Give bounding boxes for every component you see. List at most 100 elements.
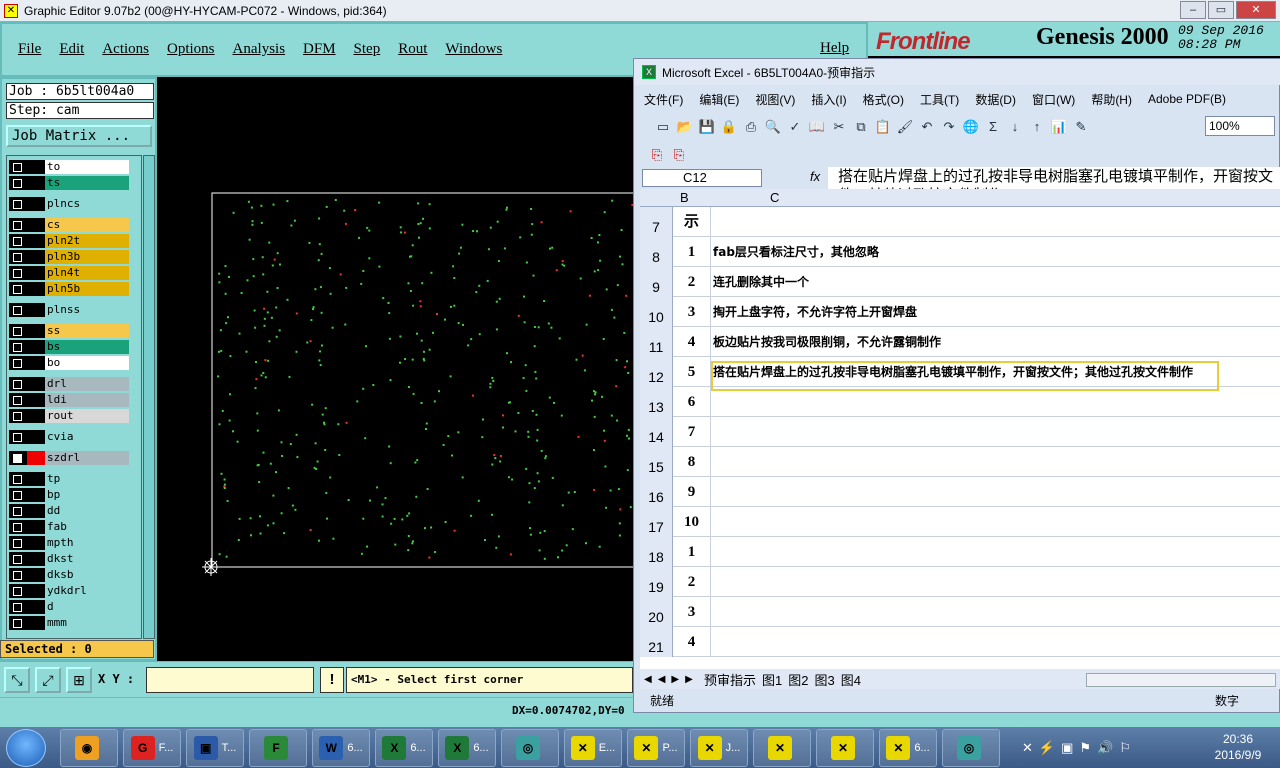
cell-b[interactable]: 5 (673, 357, 711, 387)
horizontal-scrollbar[interactable] (1086, 673, 1276, 687)
ge-menu-item[interactable]: Windows (445, 41, 502, 58)
excel-menu-item[interactable]: 格式(O) (863, 91, 904, 108)
format-painter-icon[interactable]: 🖌 (896, 118, 914, 136)
grid-snap-icon[interactable]: ⊞ (66, 667, 92, 693)
excel-menu-item[interactable]: Adobe PDF(B) (1148, 92, 1226, 106)
minimize-icon[interactable]: – (1180, 1, 1206, 19)
layer-row[interactable]: to (9, 160, 129, 174)
row-header[interactable]: 18 (640, 537, 673, 567)
taskbar-button[interactable]: ✕ (816, 729, 874, 767)
row-header[interactable]: 19 (640, 567, 673, 597)
layer-row[interactable]: pln5b (9, 282, 129, 296)
sort-desc-icon[interactable]: ↑ (1028, 118, 1046, 136)
sheet-tab[interactable]: 图1 (762, 670, 782, 689)
ge-menu-item[interactable]: DFM (303, 41, 336, 58)
layer-row[interactable]: pln2t (9, 234, 129, 248)
pdf-icon[interactable]: ⎘ (648, 146, 666, 164)
cell-b[interactable]: 7 (673, 417, 711, 447)
ge-menu-item[interactable]: Analysis (233, 41, 286, 58)
layer-checkbox[interactable] (9, 197, 27, 211)
tray-app-icon[interactable]: ⚡ (1039, 740, 1055, 756)
layer-row[interactable]: rout (9, 409, 129, 423)
layer-checkbox[interactable] (9, 176, 27, 190)
cell-b[interactable]: 9 (673, 477, 711, 507)
cell-b[interactable]: 6 (673, 387, 711, 417)
ge-menu-item[interactable]: File (18, 41, 41, 58)
layer-row[interactable]: bo (9, 356, 129, 370)
new-icon[interactable]: ▭ (654, 118, 672, 136)
layer-row[interactable]: dksb (9, 568, 129, 582)
layer-row[interactable]: ldi (9, 393, 129, 407)
layer-row[interactable]: bp (9, 488, 129, 502)
redo-icon[interactable]: ↷ (940, 118, 958, 136)
layer-row[interactable]: ss (9, 324, 129, 338)
pdf-mail-icon[interactable]: ⎘ (670, 146, 688, 164)
cut-icon[interactable]: ✂ (830, 118, 848, 136)
layer-checkbox[interactable] (9, 504, 27, 518)
cell-b[interactable]: 3 (673, 297, 711, 327)
autosum-icon[interactable]: Σ (984, 118, 1002, 136)
layer-checkbox[interactable] (9, 616, 27, 630)
taskbar-button[interactable]: ✕ J... (690, 729, 748, 767)
layer-checkbox[interactable] (9, 266, 27, 280)
tray-network-icon[interactable]: ▣ (1061, 740, 1073, 756)
layer-row[interactable]: szdrl (9, 451, 129, 465)
excel-menu-item[interactable]: 工具(T) (920, 91, 959, 108)
cell-c[interactable]: 掏开上盘字符，不允许字符上开窗焊盘 (713, 297, 917, 327)
tray-action-icon[interactable]: ⚐ (1119, 740, 1131, 756)
layer-row[interactable]: cs (9, 218, 129, 232)
excel-menu-item[interactable]: 编辑(E) (699, 91, 739, 108)
spreadsheet-grid[interactable]: B C 7 示 8 1 fab层只看标注尺寸，其他忽略 9 2 连孔删除其中一个 10 3 掏开上盘… (640, 189, 1280, 669)
layer-row[interactable]: dd (9, 504, 129, 518)
layer-row[interactable]: mmm (9, 616, 129, 630)
layer-checkbox[interactable] (9, 520, 27, 534)
alert-button[interactable]: ! (320, 667, 344, 693)
layer-row[interactable]: fab (9, 520, 129, 534)
layer-checkbox[interactable] (9, 430, 27, 444)
layer-checkbox[interactable] (9, 472, 27, 486)
layer-checkbox[interactable] (9, 234, 27, 248)
row-header[interactable]: 13 (640, 387, 673, 417)
layer-checkbox[interactable] (9, 584, 27, 598)
cell-b[interactable]: 1 (673, 537, 711, 567)
layer-row[interactable]: ts (9, 176, 129, 190)
row-header[interactable]: 14 (640, 417, 673, 447)
hyperlink-icon[interactable]: 🌐 (962, 118, 980, 136)
taskbar-button[interactable]: ◎ (942, 729, 1000, 767)
cell-c[interactable]: fab层只看标注尺寸，其他忽略 (713, 237, 879, 267)
row-header[interactable]: 21 (640, 627, 673, 657)
cell-b[interactable]: 4 (673, 327, 711, 357)
selected-cell[interactable] (711, 361, 1219, 391)
sheet-tab[interactable]: 图2 (788, 670, 808, 689)
layer-row[interactable]: ydkdrl (9, 584, 129, 598)
row-header[interactable]: 15 (640, 447, 673, 477)
layer-checkbox[interactable] (9, 250, 27, 264)
save-icon[interactable]: 💾 (698, 118, 716, 136)
ge-menu-item[interactable]: Actions (102, 41, 149, 58)
layer-row[interactable]: tp (9, 472, 129, 486)
taskbar-button[interactable]: ▣ T... (186, 729, 244, 767)
cell-c[interactable]: 板边贴片按我司极限削铜，不允许露铜制作 (713, 327, 941, 357)
layer-row[interactable]: plncs (9, 197, 129, 211)
layer-checkbox[interactable] (9, 377, 27, 391)
layer-checkbox[interactable] (9, 568, 27, 582)
maximize-icon[interactable]: ▭ (1208, 1, 1234, 19)
layer-row[interactable]: d (9, 600, 129, 614)
taskbar-button[interactable]: ✕ (753, 729, 811, 767)
cell-b[interactable]: 1 (673, 237, 711, 267)
taskbar-button[interactable]: ◉ (60, 729, 118, 767)
cell-c[interactable]: 连孔删除其中一个 (713, 267, 809, 297)
taskbar-button[interactable]: X 6... (375, 729, 433, 767)
layer-checkbox[interactable] (9, 600, 27, 614)
name-box[interactable]: C12 (642, 169, 762, 187)
row-header[interactable]: 11 (640, 327, 673, 357)
paste-icon[interactable]: 📋 (874, 118, 892, 136)
open-icon[interactable]: 📂 (676, 118, 694, 136)
row-header[interactable]: 12 (640, 357, 673, 387)
taskbar-button[interactable]: X 6... (438, 729, 496, 767)
graphic-canvas[interactable] (157, 77, 643, 661)
layer-checkbox[interactable] (9, 324, 27, 338)
layer-row[interactable]: pln3b (9, 250, 129, 264)
cell-b[interactable]: 8 (673, 447, 711, 477)
layer-row[interactable]: pln4t (9, 266, 129, 280)
